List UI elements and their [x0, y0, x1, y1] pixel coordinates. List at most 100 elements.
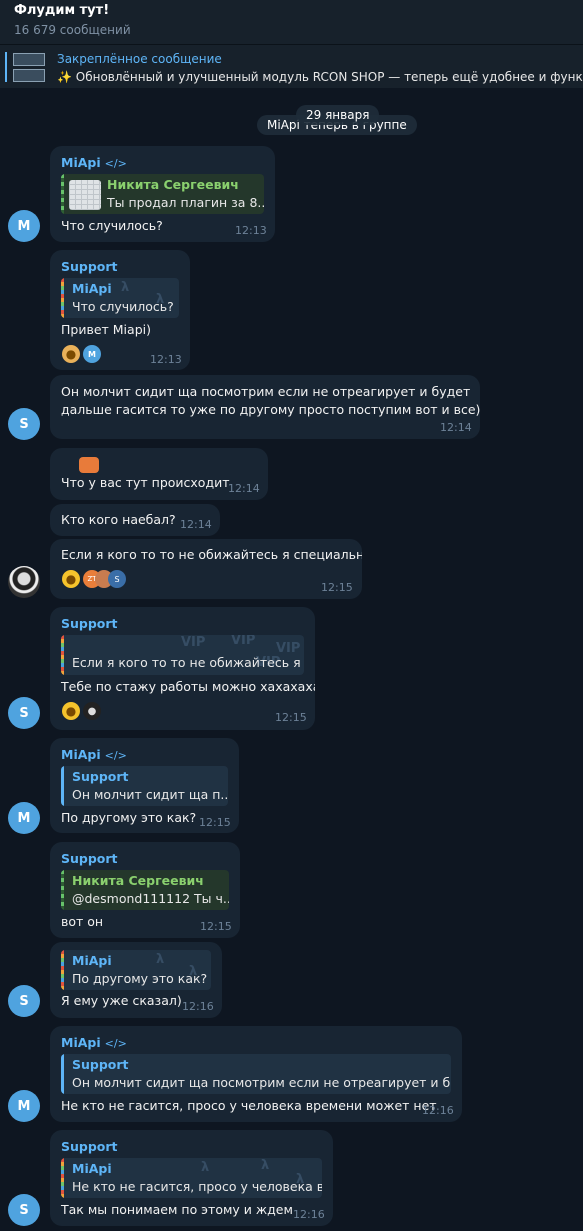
- reply-quote[interactable]: λ λ MiApi Что случилось?: [61, 278, 179, 318]
- reaction-avatar: ●: [83, 702, 101, 720]
- pattern-glyph: λ: [261, 1158, 270, 1173]
- message-time: 12:14: [228, 482, 260, 495]
- code-icon: </>: [104, 1037, 127, 1050]
- pinned-indicator: [5, 52, 7, 82]
- message-bubble[interactable]: MiApi </> Никита Сергеевич Ты продал плаг…: [50, 146, 275, 242]
- reply-quote[interactable]: Никита Сергеевич Ты продал плагин за 8..…: [61, 174, 264, 214]
- avatar[interactable]: S: [8, 408, 40, 440]
- message-text: По другому это как?: [61, 810, 197, 825]
- reply-author: Support: [72, 769, 129, 784]
- message-text: Что у вас тут происходит: [61, 475, 230, 490]
- message-bubble[interactable]: Support VIP VIP VIP VIP Если я кого то т…: [50, 607, 315, 730]
- reply-text: Ты продал плагин за 8...: [107, 195, 264, 210]
- message-bubble[interactable]: Support Никита Сергеевич @desmond111112 …: [50, 842, 240, 938]
- sender-name: Support: [61, 259, 118, 274]
- reply-quote[interactable]: Никита Сергеевич @desmond111112 Ты ч...: [61, 870, 229, 910]
- message-bubble[interactable]: Он молчит сидит ща посмотрим если не отр…: [50, 375, 480, 439]
- message-text: Не кто не гасится, просо у человека врем…: [61, 1098, 437, 1113]
- date-separator: 29 января: [296, 105, 380, 125]
- pattern-glyph: λ: [121, 280, 130, 295]
- message-text: Привет Miapi): [61, 322, 151, 337]
- message-bubble[interactable]: Что у вас тут происходит 12:14: [50, 448, 268, 500]
- message-bubble[interactable]: Support λ λ λ MiApi Не кто не гасится, п…: [50, 1130, 333, 1226]
- message-bubble[interactable]: Support λ λ MiApi Что случилось? Привет …: [50, 250, 190, 370]
- reply-author: Никита Сергеевич: [72, 873, 204, 888]
- reply-text: Что случилось?: [72, 299, 174, 314]
- pattern-glyph: λ: [156, 952, 165, 967]
- message-time: 12:16: [422, 1104, 454, 1117]
- avatar[interactable]: S: [8, 697, 40, 729]
- sender-name: MiApi: [61, 1035, 101, 1050]
- pinned-thumbnail: [13, 53, 45, 66]
- reply-quote[interactable]: Support Он молчит сидит ща посмотрим есл…: [61, 1054, 451, 1094]
- reply-author: Support: [72, 1057, 129, 1072]
- sender-name: Support: [61, 1139, 118, 1154]
- message-text: Так мы понимаем по этому и ждем: [61, 1202, 293, 1217]
- message-time: 12:15: [275, 711, 307, 724]
- message-text: Я ему уже сказал): [61, 993, 182, 1008]
- reply-text: Если я кого то то не обижайтесь я ...: [72, 655, 304, 670]
- pinned-text: ✨ Обновлённый и улучшенный модуль RCON S…: [57, 70, 583, 84]
- reply-quote[interactable]: λ λ λ MiApi Не кто не гасится, просо у ч…: [61, 1158, 322, 1198]
- cat-sticker-icon: [79, 457, 99, 473]
- message-time: 12:16: [293, 1208, 325, 1221]
- message-time: 12:15: [199, 816, 231, 829]
- chat-title: Флудим тут!: [14, 3, 110, 18]
- handshake-reaction-icon[interactable]: ●: [62, 345, 80, 363]
- reply-author: MiApi: [72, 1161, 112, 1176]
- member-count: 16 679 сообщений: [14, 23, 131, 37]
- avatar[interactable]: M: [8, 802, 40, 834]
- message-time: 12:15: [321, 581, 353, 594]
- message-text: дальше гасится то уже по другому просто …: [61, 402, 480, 417]
- message-text: Что случилось?: [61, 218, 163, 233]
- chat-header[interactable]: Флудим тут! 16 679 сообщений: [0, 0, 583, 44]
- avatar[interactable]: M: [8, 1090, 40, 1122]
- avatar[interactable]: [8, 566, 40, 598]
- pattern-glyph: λ: [201, 1160, 210, 1175]
- reply-quote[interactable]: Support Он молчит сидит ща п...: [61, 766, 228, 806]
- message-text: вот он: [61, 914, 104, 929]
- message-bubble[interactable]: Кто кого наебал? 12:14: [50, 504, 220, 536]
- message-text: Тебе по стажу работы можно хахахаха: [61, 679, 315, 694]
- code-icon: </>: [104, 157, 127, 170]
- message-bubble[interactable]: MiApi </> Support Он молчит сидит ща посм…: [50, 1026, 462, 1122]
- message-text: Он молчит сидит ща посмотрим если не отр…: [61, 384, 471, 399]
- reply-quote[interactable]: VIP VIP VIP VIP Если я кого то то не оби…: [61, 635, 304, 675]
- sender-name: MiApi: [61, 747, 101, 762]
- laughing-emoji-reaction-icon[interactable]: ●: [62, 570, 80, 588]
- sender-name: MiApi: [61, 155, 101, 170]
- message-time: 12:16: [182, 1000, 214, 1013]
- reply-text: Он молчит сидит ща посмотрим если не отр…: [72, 1075, 451, 1090]
- reply-text: @desmond111112 Ты ч...: [72, 891, 229, 906]
- reply-author: MiApi: [72, 953, 112, 968]
- reply-thumbnail: [69, 180, 101, 210]
- message-bubble[interactable]: Если я кого то то не обижайтесь я специа…: [50, 539, 362, 599]
- message-bubble[interactable]: MiApi </> Support Он молчит сидит ща п...…: [50, 738, 239, 833]
- avatar[interactable]: M: [8, 210, 40, 242]
- message-time: 12:15: [200, 920, 232, 933]
- vip-glyph: VIP: [276, 641, 301, 656]
- vip-glyph: VIP: [181, 635, 206, 650]
- message-text: Если я кого то то не обижайтесь я специа…: [61, 547, 362, 562]
- pinned-thumbnail: [13, 69, 45, 82]
- sender-name: Support: [61, 851, 118, 866]
- message-text: Кто кого наебал?: [61, 512, 176, 527]
- reply-text: По другому это как?: [72, 971, 208, 986]
- grinning-emoji-reaction-icon[interactable]: ●: [62, 702, 80, 720]
- pinned-label: Закреплённое сообщение: [57, 52, 222, 66]
- message-bubble[interactable]: λ λ MiApi По другому это как? Я ему уже …: [50, 942, 222, 1018]
- avatar[interactable]: S: [8, 985, 40, 1017]
- reply-quote[interactable]: λ λ MiApi По другому это как?: [61, 950, 211, 990]
- sender-name: Support: [61, 616, 118, 631]
- code-icon: </>: [104, 749, 127, 762]
- pinned-message-bar[interactable]: Закреплённое сообщение ✨ Обновлённый и у…: [0, 44, 583, 88]
- reaction-avatar: M: [83, 345, 101, 363]
- reply-author: MiApi: [72, 281, 112, 296]
- reply-text: Он молчит сидит ща п...: [72, 787, 228, 802]
- message-time: 12:14: [440, 421, 472, 434]
- reaction-avatar: S: [108, 570, 126, 588]
- message-time: 12:14: [180, 518, 212, 531]
- message-time: 12:13: [235, 224, 267, 237]
- avatar[interactable]: S: [8, 1194, 40, 1226]
- message-time: 12:13: [150, 353, 182, 366]
